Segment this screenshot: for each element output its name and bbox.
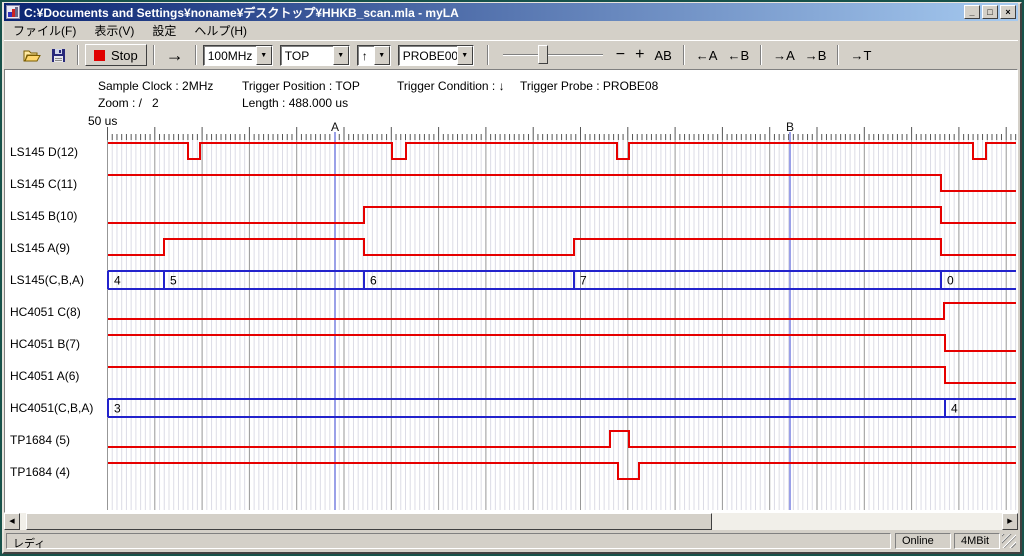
maximize-button[interactable]: □ <box>982 5 998 19</box>
save-button[interactable] <box>46 44 71 66</box>
slider-thumb[interactable] <box>538 45 548 64</box>
desktop-background: C:¥Documents and Settings¥noname¥デスクトップ¥… <box>0 0 1024 556</box>
toolbar-separator <box>153 45 155 65</box>
trigger-probe-value: PROBE00 <box>399 46 457 65</box>
menu-bar: ファイル(F) 表示(V) 設定 ヘルプ(H) <box>4 21 1018 40</box>
sample-clock-info: Sample Clock : 2MHz <box>98 79 213 93</box>
channel-label: HC4051(C,B,A) <box>10 400 93 416</box>
toolbar-separator <box>683 45 685 65</box>
close-button[interactable]: × <box>1000 5 1016 19</box>
app-icon <box>6 5 20 19</box>
scrollbar-thumb[interactable] <box>26 513 712 530</box>
slider-track <box>503 54 603 56</box>
trigger-probe-info: Trigger Probe : PROBE08 <box>520 79 658 93</box>
channel-label: LS145 C(11) <box>10 176 77 192</box>
open-button[interactable] <box>18 44 46 66</box>
run-button[interactable]: → <box>161 44 189 66</box>
length-info: Length : 488.000 us <box>242 96 348 110</box>
channel-label: LS145(C,B,A) <box>10 272 84 288</box>
toolbar-separator <box>837 45 839 65</box>
toolbar-separator <box>487 45 489 65</box>
trigger-edge-combo[interactable]: ↑ ▼ <box>357 45 391 66</box>
scroll-left-icon[interactable]: ◀ <box>4 513 20 530</box>
zoom-slider[interactable] <box>503 44 603 66</box>
window-title: C:¥Documents and Settings¥noname¥デスクトップ¥… <box>24 4 962 21</box>
status-memory: 4MBit <box>954 533 1000 549</box>
marker-a-back-button[interactable]: ←A <box>691 44 723 66</box>
resize-grip-icon[interactable] <box>1002 534 1016 548</box>
trigger-position-combo[interactable]: TOP ▼ <box>280 45 350 66</box>
status-message: レディ <box>6 533 891 549</box>
toolbar-separator <box>77 45 79 65</box>
minimize-button[interactable]: _ <box>964 5 980 19</box>
channel-label: LS145 D(12) <box>10 144 78 160</box>
status-bar: レディ Online 4MBit <box>4 530 1018 550</box>
channel-label: LS145 A(9) <box>10 240 70 256</box>
time-scale-label: 50 us <box>88 114 117 128</box>
chevron-down-icon[interactable]: ▼ <box>457 46 473 65</box>
horizontal-scrollbar[interactable]: ◀ ▶ <box>4 513 1018 530</box>
open-folder-icon <box>23 48 41 63</box>
chevron-down-icon[interactable]: ▼ <box>333 46 349 65</box>
marker-b-back-button[interactable]: ←B <box>722 44 754 66</box>
status-online: Online <box>895 533 951 549</box>
stop-button[interactable]: Stop <box>85 44 147 66</box>
stop-icon <box>94 50 105 61</box>
channel-label: HC4051 A(6) <box>10 368 79 384</box>
zoom-info: Zoom : / 2 <box>98 96 159 110</box>
trigger-condition-info: Trigger Condition : ↓ <box>397 79 505 93</box>
chevron-down-icon[interactable]: ▼ <box>256 46 272 65</box>
zoom-in-button[interactable]: + <box>630 44 649 66</box>
menu-settings[interactable]: 設定 <box>143 20 185 41</box>
channel-label: TP1684 (5) <box>10 432 70 448</box>
trigger-position-value: TOP <box>281 46 333 65</box>
save-floppy-icon <box>51 48 66 63</box>
trigger-probe-combo[interactable]: PROBE00 ▼ <box>398 45 474 66</box>
goto-trigger-button[interactable]: →T <box>845 44 876 66</box>
channel-label: HC4051 B(7) <box>10 336 80 352</box>
toolbar-separator <box>195 45 197 65</box>
sample-clock-combo[interactable]: 100MHz ▼ <box>203 45 273 66</box>
marker-b-forward-button[interactable]: →B <box>800 44 832 66</box>
waveform-client-area <box>4 69 1018 513</box>
sample-clock-value: 100MHz <box>204 46 256 65</box>
scroll-right-icon[interactable]: ▶ <box>1002 513 1018 530</box>
menu-help[interactable]: ヘルプ(H) <box>185 20 256 41</box>
menu-view[interactable]: 表示(V) <box>85 20 143 41</box>
menu-file[interactable]: ファイル(F) <box>4 20 85 41</box>
zoom-out-button[interactable]: − <box>611 44 630 66</box>
title-bar[interactable]: C:¥Documents and Settings¥noname¥デスクトップ¥… <box>4 3 1018 21</box>
trigger-edge-value: ↑ <box>358 46 374 65</box>
marker-a-forward-button[interactable]: →A <box>768 44 800 66</box>
ab-range-button[interactable]: AB <box>649 44 676 66</box>
toolbar: Stop → 100MHz ▼ TOP ▼ ↑ ▼ PROBE00 ▼ − + … <box>4 40 1018 69</box>
channel-label: HC4051 C(8) <box>10 304 81 320</box>
toolbar-separator <box>760 45 762 65</box>
channel-label: LS145 B(10) <box>10 208 77 224</box>
stop-label: Stop <box>111 48 138 63</box>
trigger-position-info: Trigger Position : TOP <box>242 79 360 93</box>
channel-label: TP1684 (4) <box>10 464 70 480</box>
chevron-down-icon[interactable]: ▼ <box>374 46 390 65</box>
